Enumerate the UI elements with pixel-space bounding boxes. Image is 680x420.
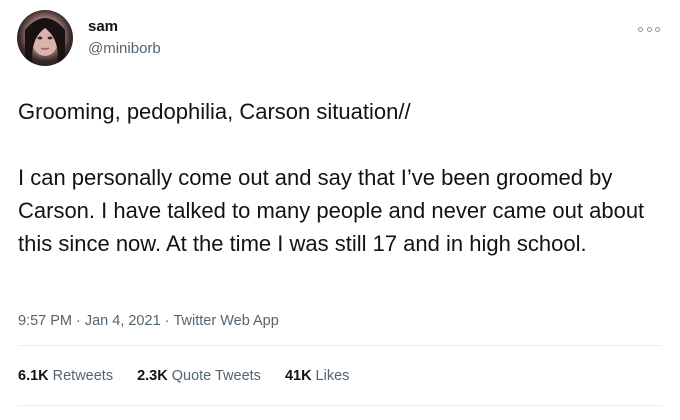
tweet-time[interactable]: 9:57 PM xyxy=(18,313,72,329)
separator: · xyxy=(164,313,170,329)
quote-tweets-count: 2.3K xyxy=(137,368,168,384)
avatar[interactable] xyxy=(17,10,73,66)
likes-label: Likes xyxy=(315,368,350,384)
retweets-label: Retweets xyxy=(52,368,114,384)
dot-icon xyxy=(638,26,643,32)
tweet-text: Grooming, pedophilia, Carson situation//… xyxy=(18,99,645,256)
user-handle[interactable]: @miniborb xyxy=(88,40,161,57)
dot-icon xyxy=(646,26,652,32)
tweet-card: sam @miniborb Grooming, pedophilia, Cars… xyxy=(0,0,680,420)
divider xyxy=(18,345,662,346)
tweet-metadata: 9:57 PM · Jan 4, 2021 · Twitter Web App xyxy=(18,313,279,329)
divider xyxy=(18,405,662,406)
retweets-count: 6.1K xyxy=(18,368,49,384)
likes-stat[interactable]: 41K Likes xyxy=(285,368,349,384)
avatar-image xyxy=(25,18,65,66)
tweet-date[interactable]: Jan 4, 2021 xyxy=(85,313,161,329)
quote-tweets-stat[interactable]: 2.3K Quote Tweets xyxy=(137,368,261,384)
retweets-stat[interactable]: 6.1K Retweets xyxy=(18,368,113,384)
separator: · xyxy=(76,313,81,329)
dot-icon xyxy=(655,26,660,32)
engagement-stats: 6.1K Retweets 2.3K Quote Tweets 41K Like… xyxy=(18,368,349,384)
tweet-source[interactable]: Twitter Web App xyxy=(173,313,278,329)
more-horizontal-icon[interactable] xyxy=(638,24,660,34)
likes-count: 41K xyxy=(284,368,312,384)
display-name[interactable]: sam xyxy=(88,18,118,35)
quote-tweets-label: Quote Tweets xyxy=(171,368,261,384)
